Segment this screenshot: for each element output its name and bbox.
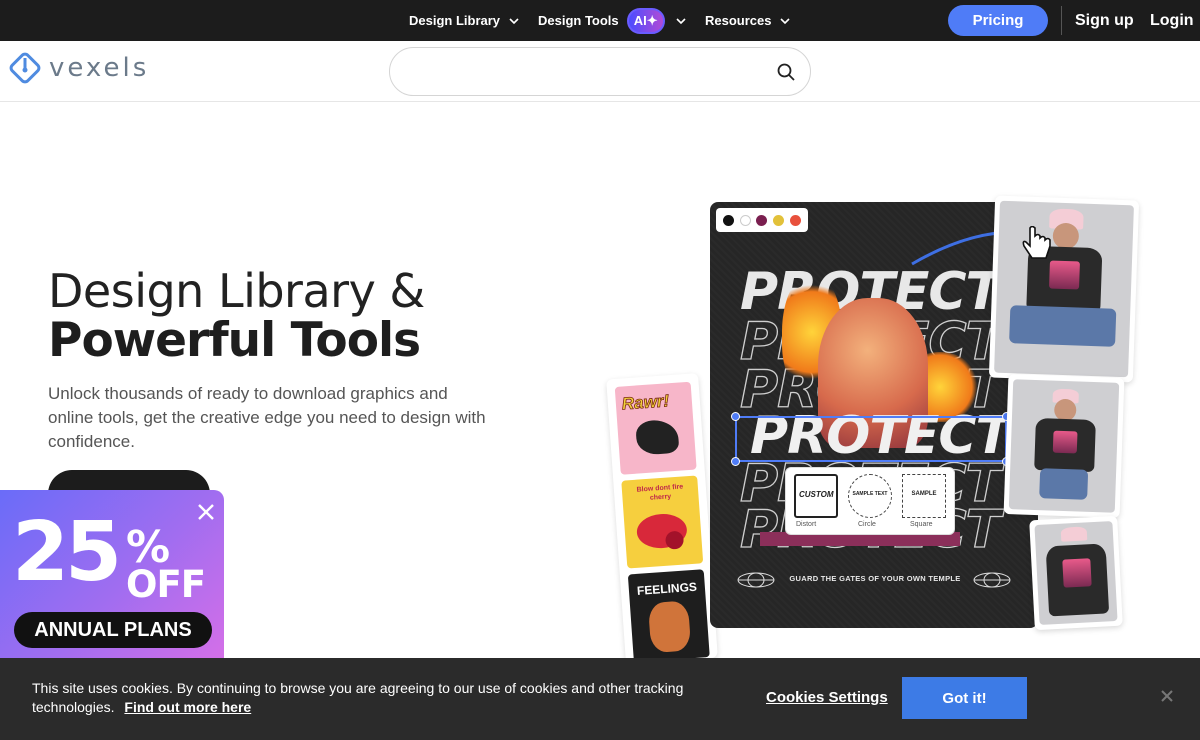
cookie-find-out-link[interactable]: Find out more here bbox=[124, 699, 251, 715]
cookie-message: This site uses cookies. By continuing to… bbox=[32, 679, 712, 717]
nav-design-tools-label: Design Tools bbox=[538, 13, 619, 28]
globe-icon bbox=[973, 572, 1011, 588]
top-nav-bar: Design Library Design Tools AI✦ Resource… bbox=[0, 0, 1200, 41]
vexels-logo[interactable]: vexels bbox=[9, 52, 149, 84]
promo-discount-number: 25 bbox=[12, 505, 122, 600]
sticker-feelings: FEELINGS bbox=[627, 569, 710, 663]
sticker-cherry-text: Blow dont fire cherry bbox=[636, 483, 684, 502]
signup-link[interactable]: Sign up bbox=[1075, 0, 1134, 41]
chevron-down-icon bbox=[509, 17, 519, 24]
mockup-photo-2 bbox=[1003, 374, 1125, 518]
sticker-rawr-text: Rawr! bbox=[621, 391, 670, 414]
swatch-red[interactable] bbox=[790, 214, 802, 226]
resize-handle[interactable] bbox=[731, 412, 740, 421]
hero-title-line2: Powerful Tools bbox=[48, 313, 421, 368]
shape-square-label: Square bbox=[910, 521, 933, 528]
ai-badge: AI✦ bbox=[626, 7, 665, 34]
promo-plan-label: ANNUAL PLANS bbox=[14, 612, 212, 648]
site-header: vexels bbox=[0, 41, 1200, 102]
nav-divider bbox=[1061, 6, 1062, 35]
chevron-down-icon bbox=[780, 17, 791, 24]
sticker-rawr: Rawr! bbox=[614, 381, 697, 475]
nav-design-library-label: Design Library bbox=[409, 13, 501, 28]
hero-description: Unlock thousands of ready to download gr… bbox=[48, 384, 486, 451]
promo-off-text: OFF bbox=[126, 563, 206, 606]
swatch-black[interactable] bbox=[722, 214, 734, 226]
hero-title-line1: Design Library & bbox=[48, 264, 425, 318]
sticker-feelings-text: FEELINGS bbox=[636, 579, 698, 598]
shape-circle-sample: SAMPLE TEXT bbox=[852, 491, 888, 497]
cookie-accept-button[interactable]: Got it! bbox=[902, 677, 1027, 719]
logo-diamond-icon bbox=[9, 52, 41, 84]
search-icon[interactable] bbox=[776, 62, 796, 82]
swatch-maroon[interactable] bbox=[756, 214, 768, 226]
search-box[interactable] bbox=[389, 47, 811, 96]
swatch-white[interactable] bbox=[739, 214, 751, 226]
swatch-yellow[interactable] bbox=[773, 214, 785, 226]
shape-distort-option[interactable]: CUSTOM bbox=[794, 474, 838, 518]
hero-illustration: Rawr! Blow dont fire cherry FEELINGS PRO… bbox=[606, 195, 1140, 666]
resize-handle[interactable] bbox=[731, 457, 740, 466]
hand-cursor-icon bbox=[1022, 226, 1051, 259]
close-icon[interactable] bbox=[1160, 689, 1174, 703]
shape-circle-label: Circle bbox=[858, 521, 876, 528]
search-input[interactable] bbox=[408, 60, 768, 84]
nav-design-tools[interactable]: Design Tools AI✦ bbox=[538, 0, 687, 41]
shape-circle-option[interactable]: SAMPLE TEXT bbox=[848, 474, 892, 518]
shape-square-option[interactable]: SAMPLE bbox=[902, 474, 946, 518]
sticker-cherry: Blow dont fire cherry bbox=[621, 475, 704, 569]
nav-resources-label: Resources bbox=[705, 13, 772, 28]
promo-banner[interactable]: 25 % OFF ANNUAL PLANS bbox=[0, 490, 224, 658]
login-link[interactable]: Login bbox=[1150, 0, 1194, 41]
nav-design-library[interactable]: Design Library bbox=[409, 0, 520, 41]
pricing-button[interactable]: Pricing bbox=[948, 5, 1048, 36]
shape-distort-sample: CUSTOM bbox=[799, 490, 834, 499]
shape-square-sample: SAMPLE bbox=[911, 491, 937, 497]
close-icon[interactable] bbox=[196, 502, 216, 522]
mockup-photo-1 bbox=[988, 195, 1140, 383]
chevron-down-icon bbox=[676, 17, 686, 24]
nav-resources[interactable]: Resources bbox=[705, 0, 791, 41]
color-swatches[interactable] bbox=[716, 208, 808, 232]
shape-distort-label: Distort bbox=[796, 521, 817, 528]
mockup-photo-3 bbox=[1029, 515, 1123, 631]
text-shape-panel: CUSTOM Distort SAMPLE TEXT Circle SAMPLE… bbox=[785, 467, 955, 535]
cookie-banner: This site uses cookies. By continuing to… bbox=[0, 658, 1200, 740]
poster-tagline: GUARD THE GATES OF YOUR OWN TEMPLE bbox=[789, 574, 961, 583]
text-selection-box[interactable] bbox=[731, 412, 1011, 466]
cookie-settings-link[interactable]: Cookies Settings bbox=[766, 689, 888, 706]
sticker-strip: Rawr! Blow dont fire cherry FEELINGS bbox=[606, 373, 718, 664]
logo-text: vexels bbox=[49, 53, 150, 83]
